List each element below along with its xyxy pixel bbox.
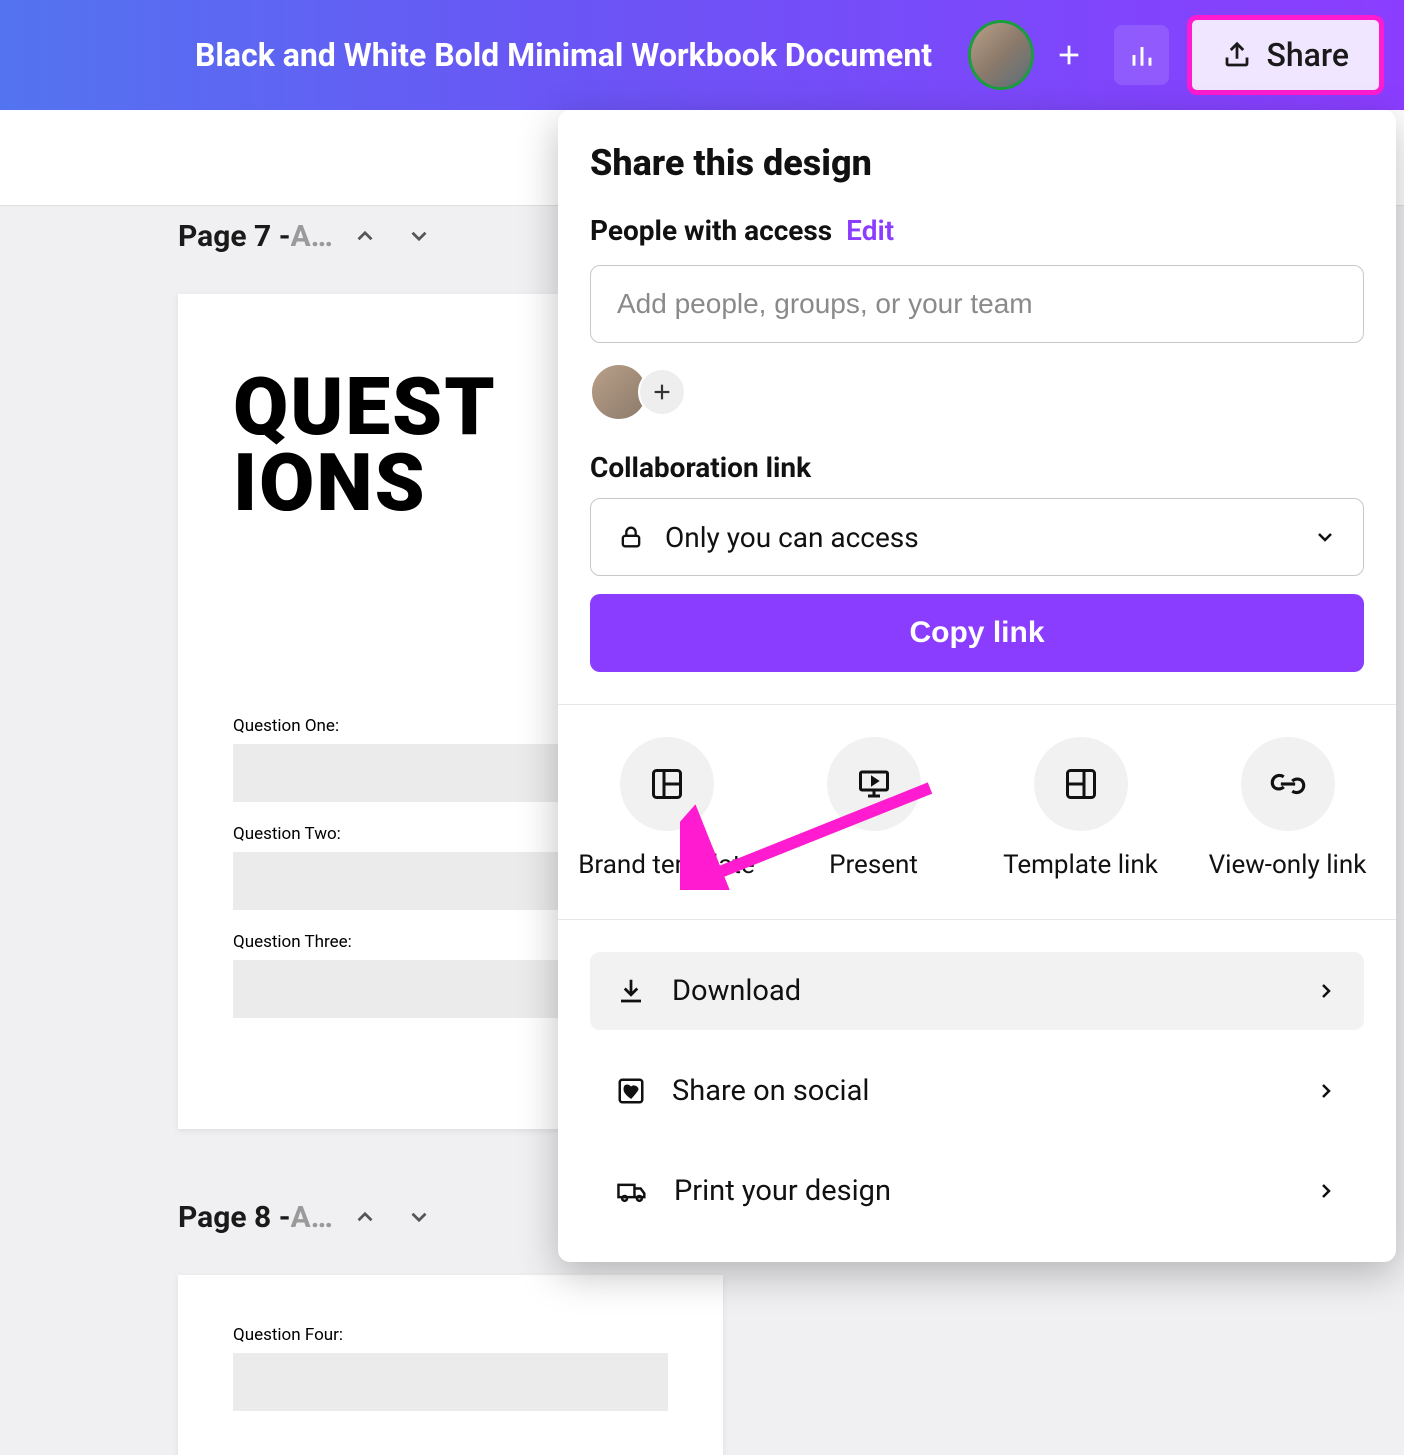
view-only-link-action[interactable]: View-only link (1198, 737, 1378, 883)
share-button[interactable]: Share (1187, 15, 1384, 95)
add-collaborator-button[interactable] (1042, 26, 1096, 84)
page-8-canvas[interactable]: Question Four: (178, 1275, 723, 1455)
chevron-right-icon (1314, 1179, 1338, 1203)
lock-icon (617, 523, 645, 551)
top-bar: Black and White Bold Minimal Workbook Do… (0, 0, 1404, 110)
page-label[interactable]: Page 8 - A… (178, 1200, 333, 1235)
add-people-input[interactable] (590, 265, 1364, 343)
document-title[interactable]: Black and White Bold Minimal Workbook Do… (195, 36, 932, 74)
page-label[interactable]: Page 7 - A… (178, 219, 333, 254)
chevron-right-icon (1314, 1079, 1338, 1103)
collab-access-dropdown[interactable]: Only you can access (590, 498, 1364, 576)
share-social-option[interactable]: Share on social (590, 1052, 1364, 1130)
view-link-icon (1268, 766, 1308, 802)
template-icon (649, 766, 685, 802)
move-page-down-button[interactable] (397, 214, 441, 258)
collab-access-value: Only you can access (665, 521, 919, 554)
present-icon (856, 766, 892, 802)
insights-button[interactable] (1114, 25, 1170, 85)
download-option[interactable]: Download (590, 952, 1364, 1030)
add-person-button[interactable] (638, 368, 686, 416)
share-icon (1222, 40, 1252, 70)
collab-link-label: Collaboration link (590, 451, 1364, 484)
download-icon (616, 976, 646, 1006)
share-button-label: Share (1266, 36, 1349, 74)
template-link-action[interactable]: Template link (991, 737, 1171, 883)
edit-access-link[interactable]: Edit (846, 214, 894, 247)
chevron-down-icon (1313, 525, 1337, 549)
share-panel-title: Share this design (590, 142, 1364, 184)
print-option[interactable]: Print your design (590, 1152, 1364, 1230)
share-actions-grid: Brand template Present Template link Vie… (558, 705, 1396, 919)
template-link-icon (1063, 766, 1099, 802)
question-label[interactable]: Question Four: (233, 1325, 668, 1345)
people-access-label: People with access (590, 214, 832, 247)
copy-link-button[interactable]: Copy link (590, 594, 1364, 672)
answer-box[interactable] (233, 1353, 668, 1411)
move-page-up-button[interactable] (343, 1195, 387, 1239)
brand-template-action[interactable]: Brand template (577, 737, 757, 883)
shared-avatars (590, 363, 1364, 421)
present-action[interactable]: Present (784, 737, 964, 883)
chevron-right-icon (1314, 979, 1338, 1003)
heart-square-icon (616, 1076, 646, 1106)
share-panel: Share this design People with access Edi… (558, 110, 1396, 1262)
share-options-list: Download Share on social Print your desi… (558, 920, 1396, 1262)
move-page-down-button[interactable] (397, 1195, 441, 1239)
move-page-up-button[interactable] (343, 214, 387, 258)
truck-icon (616, 1176, 648, 1206)
user-avatar[interactable] (968, 20, 1034, 90)
